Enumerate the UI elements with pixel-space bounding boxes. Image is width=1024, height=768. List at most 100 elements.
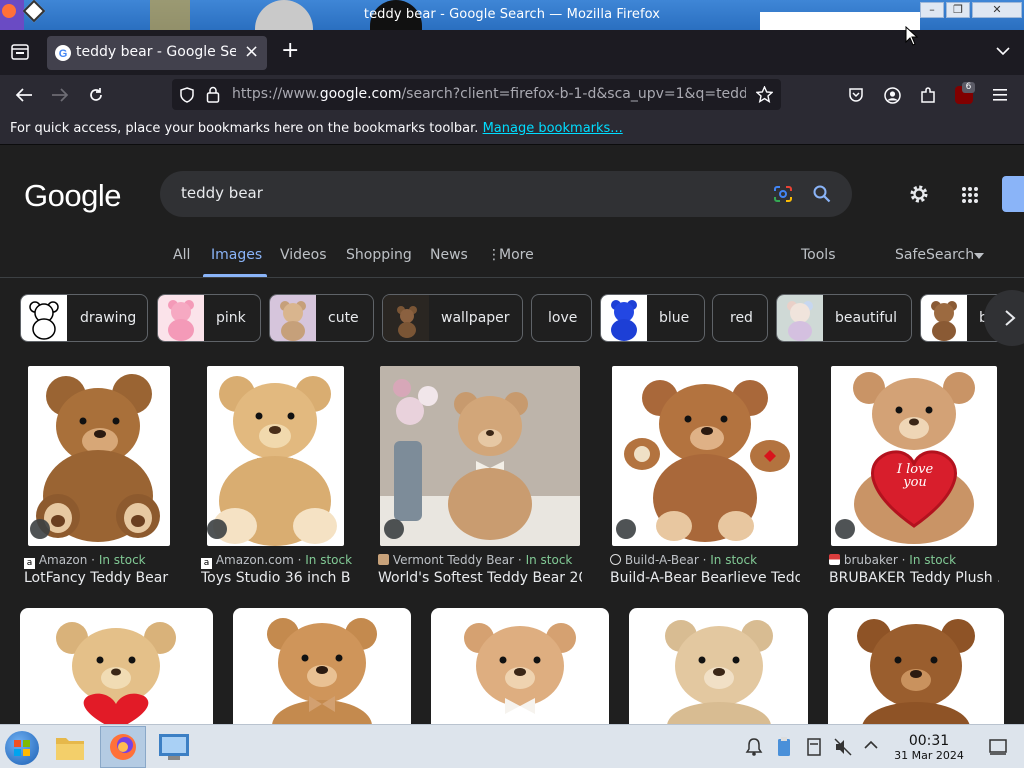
lock-icon[interactable]	[206, 86, 220, 103]
chevron-down-icon	[974, 253, 984, 259]
back-arrow-icon[interactable]	[15, 87, 33, 103]
build-a-bear-favicon-icon	[610, 554, 621, 565]
tab-news[interactable]: News	[430, 247, 468, 263]
google-favicon-icon: G	[55, 45, 71, 61]
tab-more[interactable]: More	[499, 247, 534, 263]
result-source[interactable]: Build-A-Bear · In stock	[610, 553, 757, 567]
url-path: /search?client=firefox-b-1-d&sca_upv=1&q…	[401, 86, 746, 102]
amazon-favicon-icon: a	[201, 558, 212, 569]
result-title[interactable]: World's Softest Teddy Bear 20...	[378, 570, 582, 586]
chip-love[interactable]: love	[531, 294, 592, 342]
source-name: Build-A-Bear	[624, 553, 699, 567]
active-tab-indicator	[203, 274, 267, 277]
firefox-view-icon[interactable]	[11, 44, 29, 60]
start-menu-button[interactable]	[5, 731, 39, 765]
search-box[interactable]: teddy bear	[160, 171, 852, 217]
firefox-icon	[110, 734, 136, 760]
chip-label: blue	[659, 310, 690, 326]
notifications-bell-icon[interactable]	[745, 737, 763, 757]
hamburger-menu-icon[interactable]	[992, 88, 1008, 102]
chip-cute[interactable]: cute	[269, 294, 374, 342]
chip-label: cute	[328, 310, 359, 326]
google-apps-grid-icon[interactable]	[961, 186, 979, 204]
result-image[interactable]	[612, 366, 798, 546]
sign-in-button[interactable]	[1002, 176, 1024, 212]
forward-arrow-icon[interactable]	[51, 87, 69, 103]
result-source[interactable]: Vermont Teddy Bear · In stock	[378, 553, 572, 567]
settings-gear-icon[interactable]	[908, 183, 930, 205]
pink-bear-thumbnail	[168, 300, 194, 341]
clock-time[interactable]: 00:31	[900, 733, 958, 749]
result-image[interactable]	[28, 366, 170, 546]
list-all-tabs-icon[interactable]	[996, 46, 1010, 56]
tab-videos[interactable]: Videos	[280, 247, 327, 263]
result-image[interactable]	[380, 366, 580, 546]
storage-device-icon[interactable]	[806, 737, 822, 757]
separator: ·	[91, 553, 95, 567]
show-desktop-icon[interactable]	[989, 738, 1007, 756]
result-title[interactable]: Build-A-Bear Bearlieve Tedd...	[610, 570, 800, 586]
close-window-button[interactable]: ✕	[972, 2, 1022, 18]
google-lens-icon[interactable]	[773, 185, 793, 203]
clock-date[interactable]: 31 Mar 2024	[888, 749, 970, 762]
safesearch-button[interactable]: SafeSearch	[895, 247, 974, 263]
search-input[interactable]: teddy bear	[181, 184, 263, 202]
account-icon[interactable]	[884, 87, 901, 104]
result-image[interactable]	[831, 366, 997, 546]
bookmarks-message: For quick access, place your bookmarks h…	[10, 121, 479, 136]
bookmark-star-icon[interactable]	[756, 86, 773, 103]
url-text[interactable]: https://www.google.com/search?client=fir…	[232, 86, 746, 102]
result-image[interactable]	[233, 608, 411, 724]
source-name: Vermont Teddy Bear	[392, 553, 515, 567]
tab-images[interactable]: Images	[211, 247, 262, 263]
stock-status: In stock	[98, 553, 146, 567]
tracking-protection-shield-icon[interactable]	[179, 87, 195, 103]
result-title[interactable]: LotFancy Teddy Bear ...	[24, 570, 174, 586]
chip-pink[interactable]: pink	[157, 294, 261, 342]
chip-red[interactable]: red	[712, 294, 768, 342]
result-title[interactable]: Toys Studio 36 inch B...	[201, 570, 351, 586]
search-icon[interactable]	[813, 185, 831, 203]
result-image[interactable]	[828, 608, 1004, 724]
chevron-up-icon[interactable]	[864, 740, 878, 750]
maximize-button[interactable]: ❐	[946, 2, 970, 18]
control-panel-icon[interactable]	[158, 732, 190, 762]
tab-google-search[interactable]: G teddy bear - Google Search ×	[47, 36, 267, 70]
minimize-button[interactable]: –	[920, 2, 944, 18]
tools-button[interactable]: Tools	[801, 247, 836, 263]
result-source[interactable]: a Amazon.com · In stock	[201, 553, 352, 569]
taskbar-firefox-button[interactable]	[100, 726, 146, 768]
chip-label: love	[548, 310, 578, 326]
manage-bookmarks-link[interactable]: Manage bookmarks...	[483, 121, 623, 136]
teddy-bear-image	[36, 374, 160, 542]
chip-drawing[interactable]: drawing	[20, 294, 148, 342]
file-manager-folder-icon[interactable]	[55, 733, 85, 761]
tab-close-icon[interactable]: ×	[244, 41, 259, 62]
result-image[interactable]	[629, 608, 808, 724]
result-source[interactable]: brubaker · In stock	[829, 553, 956, 567]
address-bar[interactable]: https://www.google.com/search?client=fir…	[172, 79, 781, 110]
result-title[interactable]: BRUBAKER Teddy Plush ...	[829, 570, 999, 586]
new-tab-button[interactable]: +	[281, 38, 299, 63]
chip-beautiful[interactable]: beautiful	[776, 294, 912, 342]
result-image[interactable]	[431, 608, 609, 724]
chip-blue[interactable]: blue	[600, 294, 705, 342]
google-logo[interactable]: Google	[24, 178, 121, 214]
clipboard-icon[interactable]	[776, 736, 792, 758]
amazon-favicon-icon: a	[24, 558, 35, 569]
result-source[interactable]: a Amazon · In stock	[24, 553, 146, 569]
chip-thumbnail	[270, 295, 316, 341]
volume-muted-icon[interactable]	[834, 738, 852, 756]
tab-shopping[interactable]: Shopping	[346, 247, 412, 263]
tab-all[interactable]: All	[173, 247, 190, 263]
separator: ·	[297, 553, 302, 567]
result-image[interactable]	[20, 608, 213, 724]
result-image[interactable]	[207, 366, 344, 546]
chip-wallpaper[interactable]: wallpaper	[382, 294, 523, 342]
product-tag-icon	[384, 519, 404, 539]
pocket-icon[interactable]	[848, 87, 864, 103]
chip-label: red	[730, 310, 753, 326]
google-images-page: Google teddy bear All Images Videos Shop…	[0, 145, 1024, 724]
reload-icon[interactable]	[88, 87, 104, 103]
extensions-puzzle-icon[interactable]	[920, 87, 936, 104]
